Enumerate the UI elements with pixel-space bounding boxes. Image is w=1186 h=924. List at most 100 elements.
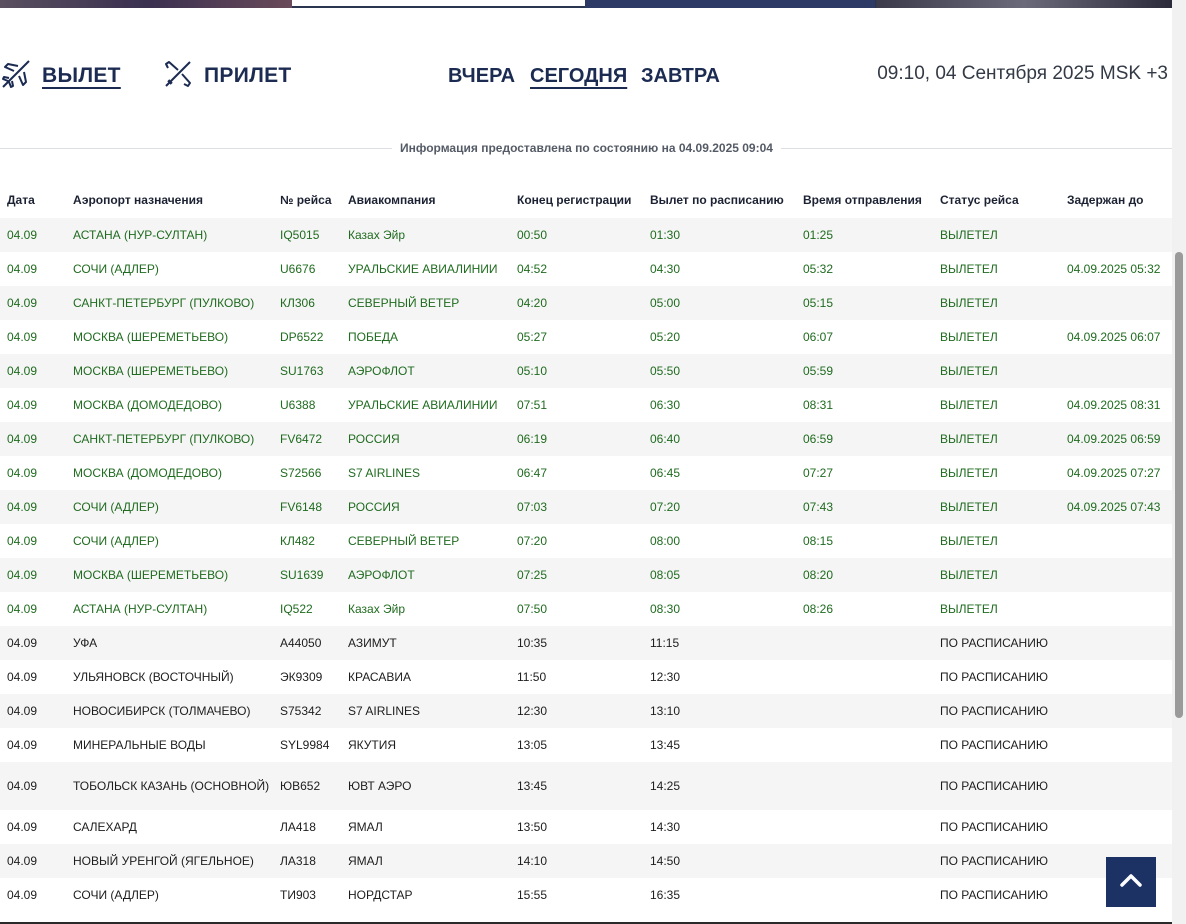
- cell-status: ПО РАСПИСАНИЮ: [940, 670, 1048, 684]
- cell-checkin-end: 13:50: [517, 820, 548, 834]
- col-header-scheduled: Вылет по расписанию: [650, 193, 784, 207]
- table-row[interactable]: 04.09 МОСКВА (ШЕРЕМЕТЬЕВО) SU1639 АЭРОФЛОТ 0…: [0, 558, 1172, 592]
- cell-date: 04.09: [0, 422, 66, 456]
- cell-delayed: [1060, 354, 1172, 388]
- table-row[interactable]: 04.09 НОВОСИБИРСК (ТОЛМАЧЕВО) S75342 S7 AIR…: [0, 694, 1172, 728]
- cell-actual: 05:59: [796, 354, 933, 388]
- cell-status: ВЫЛЕТЕЛ: [933, 558, 1060, 592]
- cell-airline: СЕВЕРНЫЙ ВЕТЕР: [341, 286, 510, 320]
- cell-date: 04.09: [0, 218, 66, 252]
- scrollbar-thumb[interactable]: [1175, 252, 1183, 718]
- table-row[interactable]: 04.09 МОСКВА (ШЕРЕМЕТЬЕВО) DP6522 ПОБЕДА 05:…: [0, 320, 1172, 354]
- cell-status: ПО РАСПИСАНИЮ: [933, 762, 1060, 810]
- cell-airline: РОССИЯ: [341, 422, 510, 456]
- cell-flight: S75342: [273, 694, 341, 728]
- cell-actual: 05:32: [803, 262, 834, 276]
- cell-scheduled: 06:30: [650, 398, 681, 412]
- cell-airline: УРАЛЬСКИЕ АВИАЛИНИИ: [348, 398, 498, 412]
- table-row[interactable]: 04.09 УЛЬЯНОВСК (ВОСТОЧНЫЙ) ЭК9309 КРАСАВИА…: [0, 660, 1172, 694]
- banner-image-3: [585, 0, 875, 8]
- cell-status: ПО РАСПИСАНИЮ: [933, 694, 1060, 728]
- cell-airline: Казах Эйр: [341, 218, 510, 252]
- cell-flight: S72566: [280, 466, 322, 480]
- cell-delayed: [1060, 762, 1172, 810]
- cell-date: 04.09: [0, 626, 66, 660]
- cell-actual: [796, 844, 933, 878]
- cell-delayed: [1060, 660, 1172, 694]
- data-timestamp-text: Информация предоставлена по состоянию на…: [392, 141, 781, 155]
- cell-airline: АЭРОФЛОТ: [341, 354, 510, 388]
- col-header-airline: Авиакомпания: [348, 193, 436, 207]
- table-row[interactable]: 04.09 ТОБОЛЬСК КАЗАНЬ (ОСНОВНОЙ) ЮВ652 ЮВТ …: [0, 762, 1172, 810]
- cell-checkin-end: 10:35: [510, 626, 643, 660]
- cell-checkin-end: 13:45: [510, 762, 643, 810]
- cell-airline: ЯМАЛ: [341, 844, 510, 878]
- cell-flight: КЛ306: [273, 286, 341, 320]
- departures-tab[interactable]: ВЫЛЕТ: [0, 56, 121, 96]
- day-tomorrow-tab[interactable]: ЗАВТРА: [641, 65, 720, 88]
- scroll-to-top-button[interactable]: [1106, 857, 1156, 907]
- cell-date: 04.09: [7, 398, 38, 412]
- table-row[interactable]: 04.09 МОСКВА (ДОМОДЕДОВО) U6388 УРАЛЬСКИЕ А…: [0, 388, 1172, 422]
- cell-flight: U6388: [280, 398, 316, 412]
- cell-destination: МОСКВА (ШЕРЕМЕТЬЕВО): [66, 558, 273, 592]
- col-header-destination: Аэропорт назначения: [73, 193, 203, 207]
- cell-scheduled: 14:25: [643, 762, 796, 810]
- cell-scheduled: 01:30: [643, 218, 796, 252]
- col-header-checkin-end: Конец регистрации: [517, 193, 632, 207]
- day-today-tab[interactable]: СЕГОДНЯ: [530, 65, 627, 88]
- table-row[interactable]: 04.09 СОЧИ (АДЛЕР) U6676 УРАЛЬСКИЕ АВИАЛИНИ…: [0, 252, 1172, 286]
- cell-checkin-end: 07:20: [517, 534, 548, 548]
- cell-date: 04.09: [7, 466, 38, 480]
- cell-delayed: [1060, 810, 1172, 844]
- table-row[interactable]: 04.09 СОЧИ (АДЛЕР) КЛ482 СЕВЕРНЫЙ ВЕТЕР 07:2…: [0, 524, 1172, 558]
- cell-checkin-end: 07:25: [510, 558, 643, 592]
- table-row[interactable]: 04.09 МОСКВА (ШЕРЕМЕТЬЕВО) SU1763 АЭРОФЛОТ 0…: [0, 354, 1172, 388]
- cell-scheduled: 14:50: [643, 844, 796, 878]
- cell-scheduled: 08:05: [643, 558, 796, 592]
- cell-scheduled: 06:45: [650, 466, 681, 480]
- cell-destination: СОЧИ (АДЛЕР): [73, 534, 159, 548]
- cell-date: 04.09: [0, 354, 66, 388]
- cell-delayed: [1060, 286, 1172, 320]
- cell-status: ВЫЛЕТЕЛ: [933, 422, 1060, 456]
- table-row[interactable]: 04.09 НОВЫЙ УРЕНГОЙ (ЯГЕЛЬНОЕ) ЛА318 ЯМАЛ 14…: [0, 844, 1172, 878]
- cell-airline: УРАЛЬСКИЕ АВИАЛИНИИ: [348, 262, 498, 276]
- cell-airline: Казах Эйр: [348, 602, 406, 616]
- cell-date: 04.09: [7, 534, 38, 548]
- cell-checkin-end: 00:50: [510, 218, 643, 252]
- cell-actual: 08:20: [796, 558, 933, 592]
- cell-delayed: [1060, 558, 1172, 592]
- table-row[interactable]: 04.09 АСТАНА (НУР-СУЛТАН) IQ5015 Казах Эйр 0…: [0, 218, 1172, 252]
- table-row[interactable]: 04.09 МОСКВА (ДОМОДЕДОВО) S72566 S7 AIRLINE…: [0, 456, 1172, 490]
- cell-date: 04.09: [7, 888, 38, 902]
- cell-destination: МОСКВА (ДОМОДЕДОВО): [73, 398, 222, 412]
- cell-actual: [796, 728, 933, 762]
- cell-flight: ЛА318: [273, 844, 341, 878]
- cell-actual: 08:26: [803, 602, 834, 616]
- arrivals-tab[interactable]: ПРИЛЕТ: [162, 56, 292, 96]
- table-row[interactable]: 04.09 МИНЕРАЛЬНЫЕ ВОДЫ SYL9984 ЯКУТИЯ 13:05 1…: [0, 728, 1172, 762]
- table-row[interactable]: 04.09 СОЧИ (АДЛЕР) FV6148 РОССИЯ 07:03 07:20 0…: [0, 490, 1172, 524]
- arrivals-label: ПРИЛЕТ: [204, 64, 292, 87]
- table-row[interactable]: 04.09 СОЧИ (АДЛЕР) ТИ903 НОРДСТАР 15:55 16:35…: [0, 878, 1172, 912]
- table-row[interactable]: 04.09 САНКТ-ПЕТЕРБУРГ (ПУЛКОВО) КЛ306 СЕВЕР…: [0, 286, 1172, 320]
- day-yesterday-tab[interactable]: ВЧЕРА: [448, 65, 515, 88]
- cell-flight: ТИ903: [280, 888, 316, 902]
- cell-destination: САЛЕХАРД: [73, 820, 137, 834]
- table-row[interactable]: 04.09 УФА А44050 АЗИМУТ 10:35 11:15 ПО РАСПИСА…: [0, 626, 1172, 660]
- table-row[interactable]: 04.09 САНКТ-ПЕТЕРБУРГ (ПУЛКОВО) FV6472 РОСС…: [0, 422, 1172, 456]
- table-row[interactable]: 04.09 АСТАНА (НУР-СУЛТАН) IQ522 Казах Эйр 07…: [0, 592, 1172, 626]
- page-scrollbar[interactable]: [1172, 0, 1186, 924]
- cell-destination: МОСКВА (ШЕРЕМЕТЬЕВО): [73, 330, 229, 344]
- departures-label: ВЫЛЕТ: [42, 64, 121, 87]
- cell-actual: 08:15: [803, 534, 834, 548]
- cell-delayed: [1060, 694, 1172, 728]
- table-row[interactable]: 04.09 САЛЕХАРД ЛА418 ЯМАЛ 13:50 14:30 ПО РАСПИ…: [0, 810, 1172, 844]
- cell-scheduled: 06:40: [643, 422, 796, 456]
- banner-image-1: [0, 0, 292, 8]
- cell-delayed: 04.09.2025 06:07: [1067, 330, 1161, 344]
- cell-flight: U6676: [280, 262, 316, 276]
- cell-scheduled: 08:30: [650, 602, 681, 616]
- cell-status: ВЫЛЕТЕЛ: [933, 286, 1060, 320]
